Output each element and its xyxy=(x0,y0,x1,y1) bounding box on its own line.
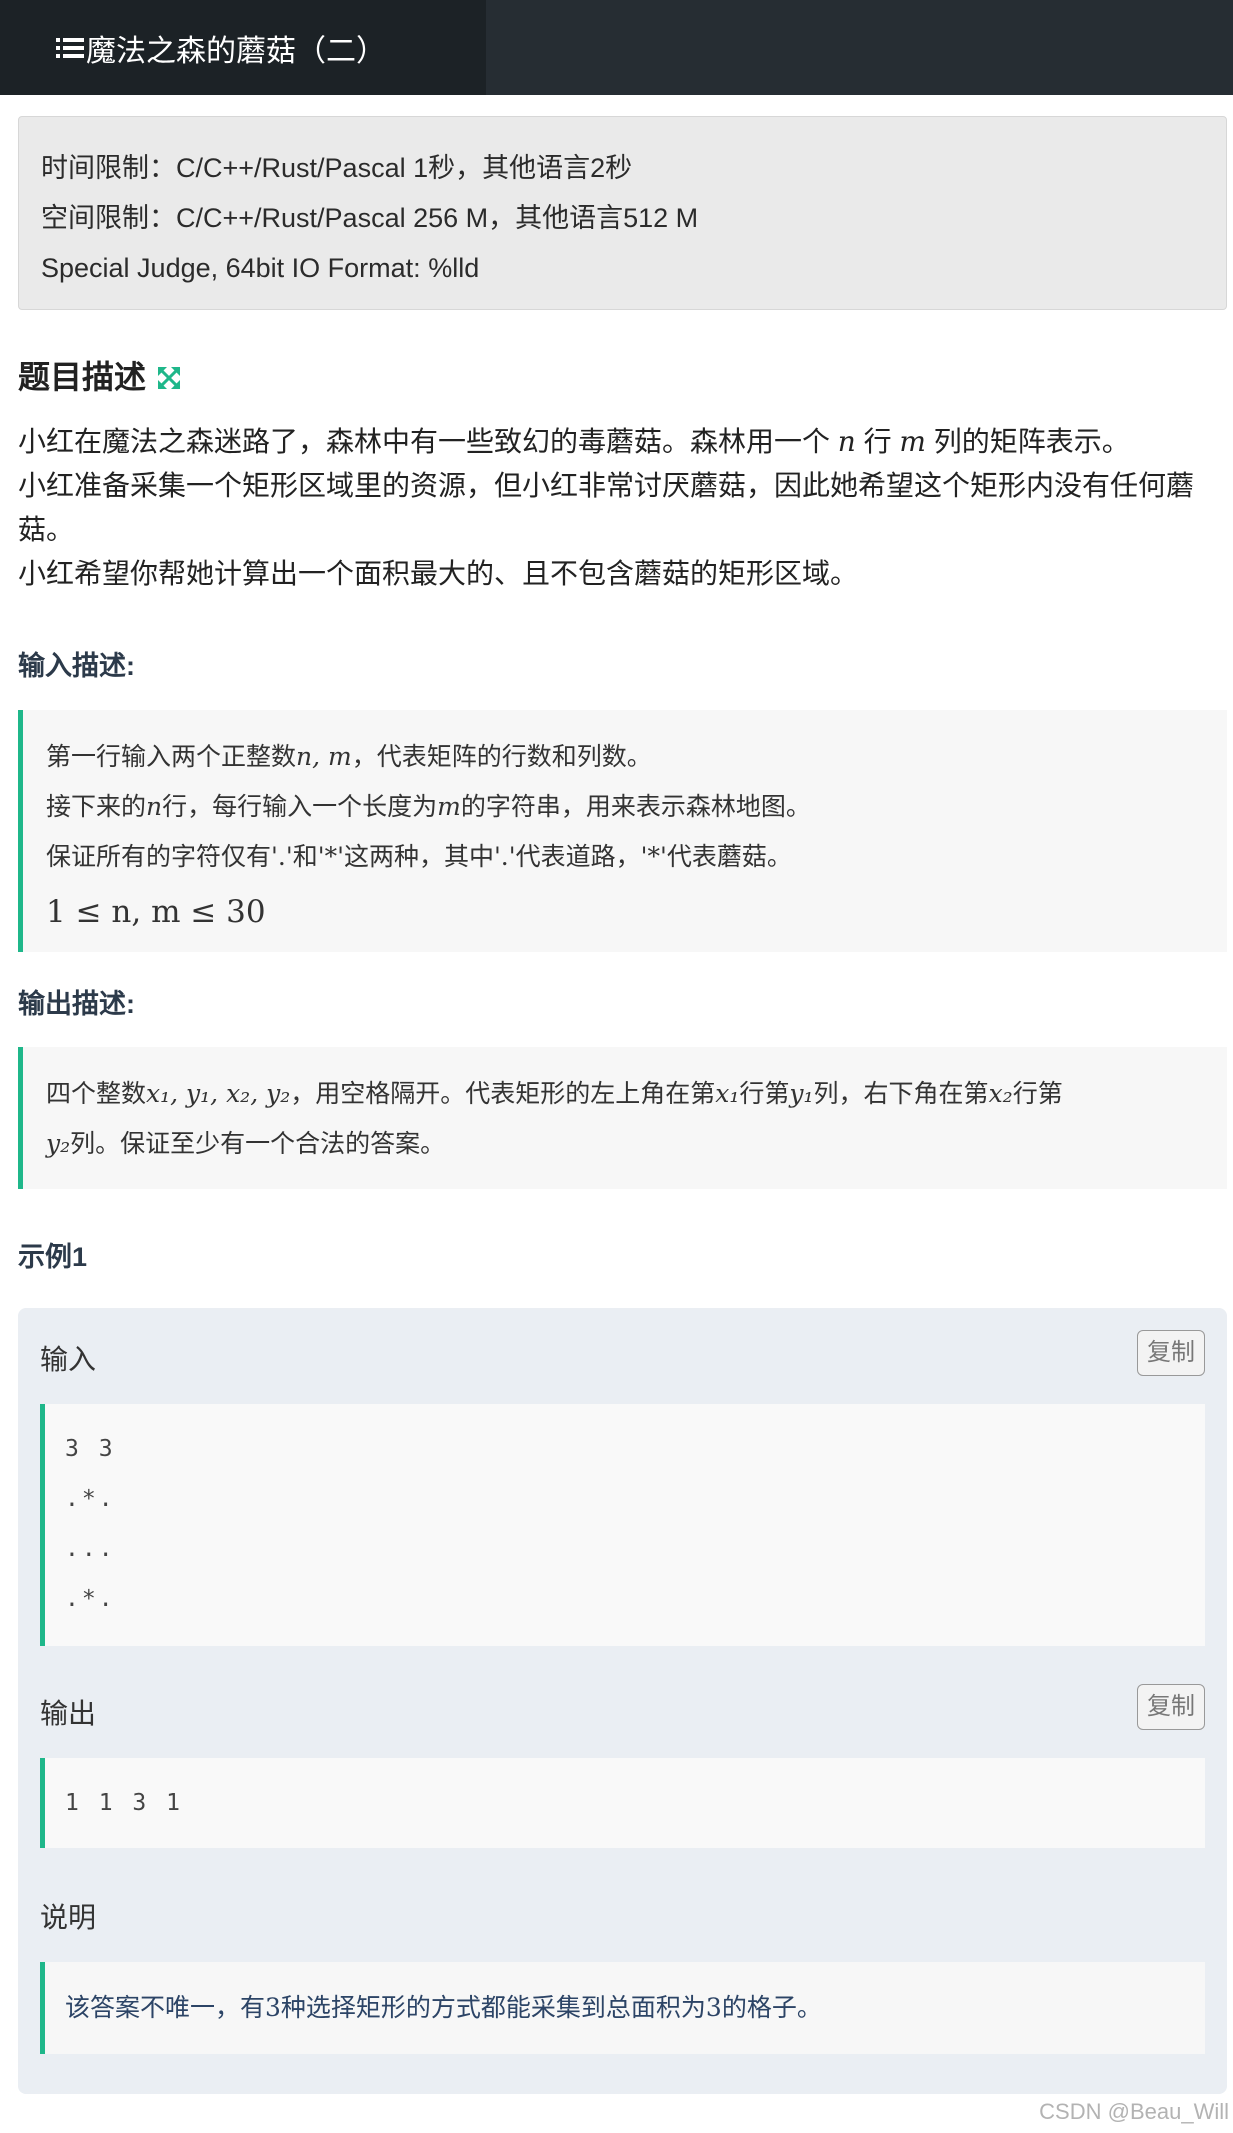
limits-box: 时间限制：C/C++/Rust/Pascal 1秒，其他语言2秒 空间限制：C/… xyxy=(18,116,1227,310)
code-line: .*. xyxy=(65,1586,116,1612)
example-title: 示例1 xyxy=(18,1242,88,1272)
input-desc-line-2: 接下来的n行，每行输入一个长度为m的字符串，用来表示森林地图。 xyxy=(46,792,811,821)
example-input-label: 输入 xyxy=(40,1344,97,1375)
code-line: 1 1 3 1 xyxy=(65,1790,183,1816)
input-desc-line-3: 保证所有的字符仅有'.'和'*'这两种，其中'.'代表道路，'*'代表蘑菇。 xyxy=(46,842,792,871)
explain-block: 该答案不唯一，有3种选择矩形的方式都能采集到总面积为3的格子。 xyxy=(40,1962,1205,2054)
example-input-code[interactable]: 3 3 .*. ... .*. xyxy=(40,1404,1205,1646)
memory-limit: 空间限制：C/C++/Rust/Pascal 256 M，其他语言512 M xyxy=(41,203,699,233)
output-desc-block: 四个整数x₁, y₁, x₂, y₂，用空格隔开。代表矩形的左上角在第x₁行第y… xyxy=(18,1047,1227,1189)
description-title: 题目描述 xyxy=(18,359,147,395)
example-output-label: 输出 xyxy=(40,1698,97,1729)
example-panel: 输入 复制 3 3 .*. ... .*. 输出 复制 1 1 3 1 说明 该… xyxy=(18,1308,1227,2094)
top-bar: 魔法之森的蘑菇（二） xyxy=(0,0,1233,95)
tab-problem-title[interactable]: 魔法之森的蘑菇（二） xyxy=(0,0,486,95)
code-line: .*. xyxy=(65,1486,116,1512)
list-icon xyxy=(56,37,84,59)
input-desc-title: 输入描述: xyxy=(18,651,135,681)
input-desc-line-1: 第一行输入两个正整数n, m，代表矩阵的行数和列数。 xyxy=(46,742,652,771)
watermark: CSDN @Beau_Will xyxy=(1039,2099,1229,2124)
time-limit: 时间限制：C/C++/Rust/Pascal 1秒，其他语言2秒 xyxy=(41,153,633,183)
copy-input-button[interactable]: 复制 xyxy=(1137,1330,1205,1376)
example-output-code[interactable]: 1 1 3 1 xyxy=(40,1758,1205,1848)
output-desc-title: 输出描述: xyxy=(18,989,135,1019)
copy-output-button[interactable]: 复制 xyxy=(1137,1684,1205,1730)
desc-paragraph-2: 小红准备采集一个矩形区域里的资源，但小红非常讨厌蘑菇，因此她希望这个矩形内没有任… xyxy=(18,470,1195,545)
code-line: 3 3 xyxy=(65,1436,116,1462)
description-heading: 题目描述 xyxy=(18,352,182,398)
problem-title: 魔法之森的蘑菇（二） xyxy=(86,34,386,68)
code-line: ... xyxy=(65,1536,116,1562)
desc-paragraph-3: 小红希望你帮她计算出一个面积最大的、且不包含蘑菇的矩形区域。 xyxy=(18,558,859,589)
expand-icon[interactable] xyxy=(156,362,182,390)
input-desc-block: 第一行输入两个正整数n, m，代表矩阵的行数和列数。 接下来的n行，每行输入一个… xyxy=(18,710,1227,952)
input-desc-constraint: 1 ≤ n, m ≤ 30 xyxy=(46,894,266,930)
explain-label: 说明 xyxy=(40,1902,97,1933)
judge-info: Special Judge, 64bit IO Format: %lld xyxy=(41,253,480,283)
desc-paragraph-1: 小红在魔法之森迷路了，森林中有一些致幻的毒蘑菇。森林用一个 n 行 m 列的矩阵… xyxy=(18,425,1130,458)
description-text: 小红在魔法之森迷路了，森林中有一些致幻的毒蘑菇。森林用一个 n 行 m 列的矩阵… xyxy=(18,420,1223,596)
